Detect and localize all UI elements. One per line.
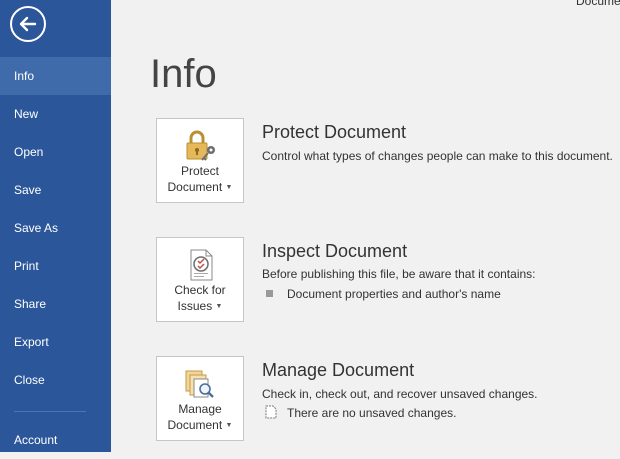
- dropdown-caret-icon: ▼: [225, 183, 233, 191]
- document-title: Docume: [576, 0, 620, 8]
- nav-item-open[interactable]: Open: [0, 133, 111, 171]
- protect-document-description: Control what types of changes people can…: [262, 149, 613, 163]
- nav-item-new[interactable]: New: [0, 95, 111, 133]
- nav-item-close[interactable]: Close: [0, 361, 111, 399]
- backstage-sidebar: Info New Open Save Save As Print Share E…: [0, 0, 111, 452]
- nav-divider: [14, 411, 86, 412]
- back-arrow-icon: [19, 16, 37, 32]
- check-for-issues-label-line1: Check for: [174, 283, 226, 297]
- manage-document-description: Check in, check out, and recover unsaved…: [262, 387, 538, 401]
- manage-document-label: Manage Document ▼: [157, 401, 243, 434]
- inspect-document-title: Inspect Document: [262, 241, 408, 261]
- protect-document-label-line1: Protect: [180, 164, 219, 178]
- manage-document-icon: [185, 370, 214, 398]
- check-for-issues-label: Check for Issues ▼: [157, 282, 243, 315]
- nav-item-print[interactable]: Print: [0, 247, 111, 285]
- manage-document-note: There are no unsaved changes.: [287, 406, 457, 420]
- check-for-issues-label-line2: Issues: [177, 299, 213, 313]
- inspect-document-description: Before publishing this file, be aware th…: [262, 267, 536, 281]
- bullet-square-icon: [266, 290, 273, 297]
- back-button[interactable]: [10, 6, 46, 42]
- page-title: Info: [150, 52, 217, 96]
- manage-document-label-line1: Manage: [178, 402, 222, 416]
- manage-document-button[interactable]: Manage Document ▼: [156, 356, 244, 441]
- check-for-issues-button[interactable]: Check for Issues ▼: [156, 237, 244, 322]
- nav-item-share[interactable]: Share: [0, 285, 111, 323]
- unsaved-document-icon: [265, 405, 277, 419]
- inspect-document-icon: [190, 249, 213, 281]
- dropdown-caret-icon: ▼: [215, 302, 223, 310]
- nav-item-info[interactable]: Info: [0, 57, 111, 95]
- protect-document-label-line2: Document: [167, 180, 223, 194]
- protect-document-title: Protect Document: [262, 122, 407, 142]
- protect-document-button[interactable]: Protect Document ▼: [156, 118, 244, 203]
- nav-item-save-as[interactable]: Save As: [0, 209, 111, 247]
- manage-document-label-line2: Document: [167, 418, 223, 432]
- nav-item-save[interactable]: Save: [0, 171, 111, 209]
- inspect-document-bullet: Document properties and author's name: [287, 287, 501, 301]
- nav-item-export[interactable]: Export: [0, 323, 111, 361]
- protect-document-label: Protect Document ▼: [157, 163, 243, 196]
- nav-item-account[interactable]: Account: [0, 421, 111, 459]
- manage-document-title: Manage Document: [262, 360, 415, 380]
- dropdown-caret-icon: ▼: [225, 421, 233, 429]
- lock-key-icon: [186, 130, 215, 161]
